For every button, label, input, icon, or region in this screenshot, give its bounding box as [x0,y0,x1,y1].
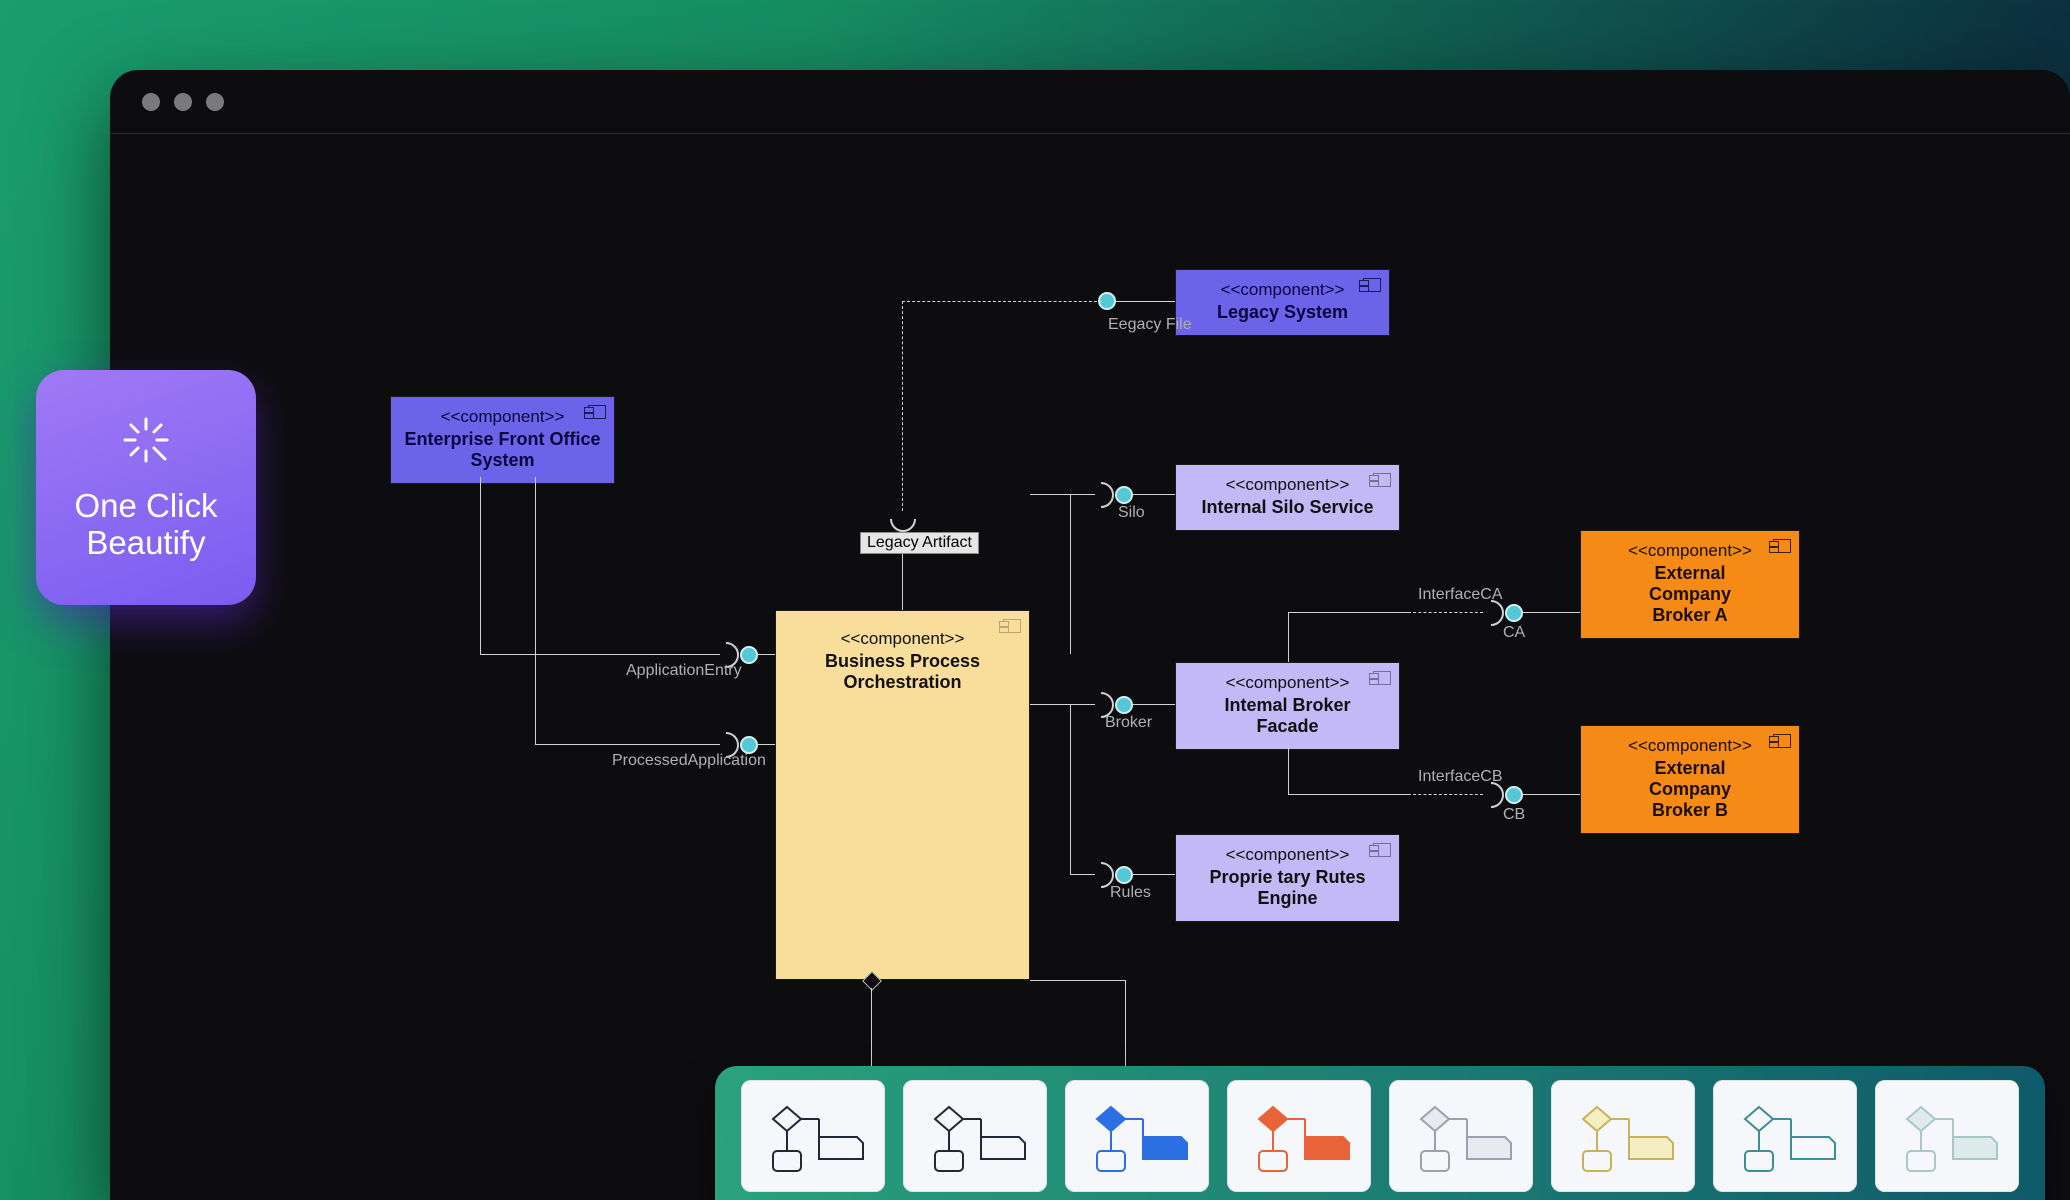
stereotype: <<component>> [1184,673,1391,693]
connector [1133,704,1175,705]
connector [1070,874,1095,875]
connector [480,654,720,655]
sparkle-icon [119,413,173,475]
connector [1030,980,1125,981]
stereotype: <<component>> [1589,541,1791,561]
provided-interface-icon [740,646,758,664]
label-legacy-artifact: Legacy Artifact [860,532,979,554]
connector [535,744,720,745]
diagram-canvas[interactable]: <<component>> Enterprise Front OfficeSys… [110,134,2070,1200]
connector [1070,494,1071,654]
connector [871,988,872,1068]
connector [758,654,775,655]
comp-label: ExternalCompanyBroker B [1649,758,1731,820]
connector [1030,494,1095,495]
comp-label: Business ProcessOrchestration [825,651,980,692]
theme-swatch-blue[interactable] [1065,1080,1209,1192]
label-eegacy-file: Eegacy File [1108,316,1192,334]
label-interface-cb: InterfaceCB [1418,768,1502,786]
stereotype: <<component>> [1184,280,1381,300]
component-icon [1003,619,1021,633]
theme-swatch-gray[interactable] [1389,1080,1533,1192]
theme-swatch-plain2[interactable] [903,1080,1047,1192]
connector [1523,612,1580,613]
label-ca: CA [1503,624,1525,642]
theme-swatch-teal[interactable] [1713,1080,1857,1192]
label-application-entry: ApplicationEntry [626,662,742,680]
connector-dashed [1408,794,1483,795]
connector [1523,794,1580,795]
comp-label: Legacy System [1217,302,1348,322]
app-window: <<component>> Enterprise Front OfficeSys… [110,70,2070,1200]
label-processed-application: ProcessedApplication [612,752,766,770]
connector [535,477,536,744]
component-icon [588,405,606,419]
connector [758,744,775,745]
connector [1116,301,1175,302]
connector-dashed [1408,612,1483,613]
stereotype: <<component>> [1184,845,1391,865]
comp-external-broker-a[interactable]: <<component>> ExternalCompanyBroker A [1580,530,1800,639]
theme-swatch-yellow[interactable] [1551,1080,1695,1192]
label-rules: Rules [1110,884,1151,902]
label-interface-ca: InterfaceCA [1418,586,1502,604]
traffic-close-icon[interactable] [142,93,160,111]
comp-label: Intemal BrokerFacade [1224,695,1350,736]
stereotype: <<component>> [399,407,606,427]
traffic-lights[interactable] [142,93,224,111]
comp-external-broker-b[interactable]: <<component>> ExternalCompanyBroker B [1580,725,1800,834]
connector [1125,980,1126,1068]
comp-proprietary-rules-engine[interactable]: <<component>> Proprie tary RutesEngine [1175,834,1400,922]
connector-dashed [902,301,1102,302]
theme-swatch-tray [715,1066,2045,1200]
connector [1133,874,1175,875]
stereotype: <<component>> [1184,475,1391,495]
comp-label: Internal Silo Service [1201,497,1373,517]
component-icon [1373,843,1391,857]
comp-business-process-orchestration[interactable]: <<component>> Business ProcessOrchestrat… [775,610,1030,980]
connector [1288,794,1408,795]
comp-internal-broker-facade[interactable]: <<component>> Intemal BrokerFacade [1175,662,1400,750]
one-click-beautify-badge[interactable]: One Click Beautify [36,370,256,605]
comp-legacy-system[interactable]: <<component>> Legacy System [1175,269,1390,336]
stereotype: <<component>> [1589,736,1791,756]
component-icon [1373,473,1391,487]
comp-label: Proprie tary RutesEngine [1209,867,1365,908]
theme-swatch-mint[interactable] [1875,1080,2019,1192]
provided-interface-icon [1115,866,1133,884]
comp-enterprise-front-office[interactable]: <<component>> Enterprise Front OfficeSys… [390,396,615,484]
theme-swatch-plain[interactable] [741,1080,885,1192]
connector [1288,745,1289,795]
connector [1288,612,1408,613]
required-interface-icon [890,506,916,532]
component-icon [1773,734,1791,748]
provided-interface-icon [1505,786,1523,804]
comp-label: ExternalCompanyBroker A [1649,563,1731,625]
comp-internal-silo-service[interactable]: <<component>> Internal Silo Service [1175,464,1400,531]
component-icon [1373,671,1391,685]
label-cb: CB [1503,806,1525,824]
connector [1133,494,1175,495]
connector [1288,612,1289,662]
connector [1070,704,1071,874]
badge-line2: Beautify [86,524,205,561]
comp-label: Enterprise Front OfficeSystem [404,429,600,470]
connector [1030,704,1095,705]
traffic-zoom-icon[interactable] [206,93,224,111]
theme-swatch-orange[interactable] [1227,1080,1371,1192]
traffic-min-icon[interactable] [174,93,192,111]
connector [480,477,481,654]
badge-line1: One Click [74,487,217,524]
label-silo: Silo [1118,504,1145,522]
provided-interface-icon [1115,486,1133,504]
provided-interface-icon [1115,696,1133,714]
provided-interface-icon [1505,604,1523,622]
connector-dashed [902,301,903,511]
window-titlebar [110,70,2070,134]
label-broker: Broker [1105,714,1152,732]
component-icon [1363,278,1381,292]
required-interface-icon [1088,482,1114,508]
stereotype: <<component>> [784,629,1021,649]
component-icon [1773,539,1791,553]
